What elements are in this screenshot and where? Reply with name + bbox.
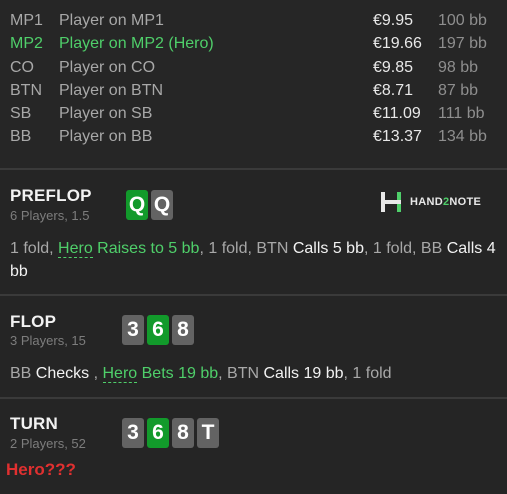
board-cards: 368 bbox=[122, 315, 194, 345]
card: Q bbox=[126, 190, 148, 220]
player-row: BTN Player on BTN €8.71 87 bb bbox=[0, 79, 507, 102]
player-row-hero: MP2 Player on MP2 (Hero) €19.66 197 bb bbox=[0, 32, 507, 55]
card: 6 bbox=[147, 315, 169, 345]
player-row: SB Player on SB €11.09 111 bb bbox=[0, 102, 507, 125]
turn-section: TURN 2 Players, 52 368T bbox=[0, 397, 507, 494]
preflop-section: PREFLOP 6 Players, 1.5 QQ HAND2NOTE 1 fo… bbox=[0, 168, 507, 294]
hole-cards: QQ bbox=[126, 190, 173, 220]
player-name[interactable]: Player on BTN bbox=[59, 79, 163, 102]
card: 8 bbox=[172, 418, 194, 448]
player-name[interactable]: Player on BB bbox=[59, 125, 152, 148]
player-row: BB Player on BB €13.37 134 bb bbox=[0, 125, 507, 148]
card: 3 bbox=[122, 315, 144, 345]
player-name[interactable]: Player on MP1 bbox=[59, 9, 164, 32]
street-title: FLOP bbox=[10, 312, 57, 331]
player-stack: €9.85 bbox=[373, 59, 414, 76]
hero-link[interactable]: Hero bbox=[58, 240, 93, 258]
action-text: Checks bbox=[35, 365, 90, 382]
card: 8 bbox=[172, 315, 194, 345]
player-name[interactable]: Player on CO bbox=[59, 56, 155, 79]
player-stack: €11.09 bbox=[373, 105, 421, 122]
card: 6 bbox=[147, 418, 169, 448]
action-text: Bets 19 bb bbox=[137, 365, 219, 382]
player-stack: €8.71 bbox=[373, 82, 414, 99]
players-table: MP1 Player on MP1 €9.95 100 bb MP2 Playe… bbox=[0, 0, 507, 168]
player-stack: €9.95 bbox=[373, 12, 414, 29]
player-row: MP1 Player on MP1 €9.95 100 bb bbox=[0, 9, 507, 32]
preflop-actions: 1 fold, Hero Raises to 5 bb, 1 fold, BTN… bbox=[10, 237, 500, 283]
action-text: , BTN bbox=[218, 365, 264, 382]
action-text: , 1 fold bbox=[343, 365, 392, 382]
card: Q bbox=[151, 190, 173, 220]
card: T bbox=[197, 418, 219, 448]
player-position: CO bbox=[10, 59, 34, 76]
player-position: SB bbox=[10, 105, 32, 122]
player-row: CO Player on CO €9.85 98 bb bbox=[0, 56, 507, 79]
action-text: Calls 5 bb bbox=[292, 240, 364, 257]
player-stack-bb: 87 bb bbox=[438, 82, 479, 99]
player-name[interactable]: Player on SB bbox=[59, 102, 152, 125]
player-position: MP1 bbox=[10, 12, 43, 29]
action-text: , bbox=[89, 365, 103, 382]
action-text: Calls 19 bb bbox=[263, 365, 344, 382]
street-title: PREFLOP bbox=[10, 186, 92, 205]
street-info: 6 Players, 1.5 bbox=[10, 208, 90, 223]
hand2note-logo: HAND2NOTE bbox=[380, 190, 481, 214]
player-stack-bb: 98 bb bbox=[438, 59, 479, 76]
action-text: 1 fold, bbox=[10, 240, 59, 257]
hand2note-logo-icon bbox=[381, 192, 401, 212]
player-stack-bb: 197 bb bbox=[438, 35, 487, 52]
street-info: 2 Players, 52 bbox=[10, 436, 86, 451]
player-position: BB bbox=[10, 128, 32, 145]
player-position: MP2 bbox=[10, 35, 43, 52]
action-text: Raises to 5 bb bbox=[92, 240, 200, 257]
question-text: Hero??? bbox=[6, 460, 76, 479]
action-text: , 1 fold, BTN bbox=[199, 240, 293, 257]
action-text: BB bbox=[10, 365, 36, 382]
player-stack: €19.66 bbox=[373, 35, 422, 52]
player-stack-bb: 111 bb bbox=[438, 105, 485, 122]
board-cards: 368T bbox=[122, 418, 219, 448]
flop-section: FLOP 3 Players, 15 368 BB Checks , Hero … bbox=[0, 294, 507, 397]
hero-link[interactable]: Hero bbox=[102, 365, 138, 383]
player-stack: €13.37 bbox=[373, 128, 422, 145]
player-stack-bb: 100 bb bbox=[438, 12, 487, 29]
street-title: TURN bbox=[10, 414, 59, 433]
card: 3 bbox=[122, 418, 144, 448]
player-stack-bb: 134 bb bbox=[438, 128, 487, 145]
street-info: 3 Players, 15 bbox=[10, 333, 86, 348]
flop-actions: BB Checks , Hero Bets 19 bb, BTN Calls 1… bbox=[10, 362, 500, 385]
player-position: BTN bbox=[10, 82, 42, 99]
hand2note-logo-text: HAND2NOTE bbox=[410, 196, 482, 208]
action-text: , 1 fold, BB bbox=[363, 240, 447, 257]
player-name[interactable]: Player on MP2 (Hero) bbox=[59, 32, 214, 55]
